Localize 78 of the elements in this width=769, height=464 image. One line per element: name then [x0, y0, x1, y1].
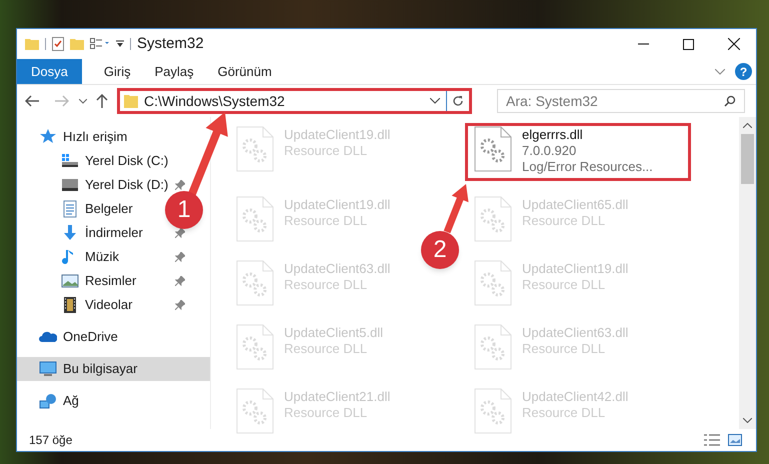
nav-item[interactable]: Ağ — [17, 389, 83, 413]
nav-item[interactable]: İndirmeler — [17, 221, 147, 245]
download-arrow-icon — [61, 224, 79, 242]
file-tile[interactable]: elgerrrs.dll 7.0.0.920 Log/Error Resources... — [465, 123, 691, 181]
address-path: C:\Windows\System32 — [144, 92, 285, 111]
file-name: UpdateClient21.dll — [284, 389, 390, 405]
dll-file-icon — [474, 126, 512, 172]
document-icon — [61, 200, 79, 218]
monitor-icon — [39, 360, 57, 378]
nav-item[interactable]: Müzik — [17, 245, 123, 269]
drive-icon — [61, 176, 79, 194]
drive-icon — [61, 152, 79, 170]
dll-file-icon — [236, 388, 274, 434]
network-icon — [39, 392, 57, 410]
chevron-down-icon[interactable] — [430, 98, 440, 104]
search-icon[interactable] — [724, 95, 736, 107]
ribbon-tab[interactable]: Paylaş — [142, 59, 206, 84]
properties-icon[interactable] — [52, 37, 64, 51]
dll-file-icon — [236, 324, 274, 370]
film-icon — [61, 296, 79, 314]
ribbon-tab[interactable]: Giriş — [92, 59, 143, 84]
file-name: UpdateClient5.dll — [284, 325, 384, 341]
dropdown-icon[interactable] — [116, 40, 124, 48]
star-icon — [39, 128, 57, 146]
up-arrow-icon[interactable] — [96, 94, 108, 108]
nav-item[interactable]: Resimler — [17, 269, 140, 293]
file-name: UpdateClient65.dll — [522, 197, 628, 213]
address-bar[interactable]: C:\Windows\System32 — [117, 88, 472, 114]
scroll-down-icon[interactable] — [743, 418, 752, 423]
item-count: 157 öğe — [29, 432, 72, 449]
nav-item[interactable]: Bu bilgisayar — [17, 357, 210, 381]
search-field[interactable]: Ara: System32 — [497, 89, 745, 113]
pin-icon[interactable] — [175, 180, 185, 190]
nav-item[interactable]: Videolar — [17, 293, 136, 317]
scroll-thumb[interactable] — [741, 134, 754, 184]
window-title: System32 — [137, 34, 204, 54]
file-name: UpdateClient63.dll — [284, 261, 390, 277]
file-name: elgerrrs.dll — [522, 127, 584, 143]
pin-icon[interactable] — [175, 228, 185, 238]
view-options-icon[interactable] — [90, 38, 110, 50]
file-name: UpdateClient19.dll — [284, 127, 390, 143]
dll-file-icon — [474, 196, 512, 242]
file-detail: Log/Error Resources... — [522, 159, 653, 175]
nav-item[interactable]: Yerel Disk (C:) — [17, 149, 172, 173]
ribbon-tab[interactable]: Dosya — [17, 59, 82, 84]
picture-icon — [61, 272, 79, 290]
file-detail: 7.0.0.920 — [522, 143, 578, 159]
close-icon — [728, 38, 740, 50]
nav-item[interactable]: Belgeler — [17, 197, 137, 221]
dll-file-icon — [236, 196, 274, 242]
pin-icon[interactable] — [175, 252, 185, 262]
file-name: UpdateClient63.dll — [522, 325, 628, 341]
back-arrow-icon[interactable] — [25, 95, 39, 107]
refresh-icon[interactable] — [452, 95, 464, 107]
dll-file-icon — [236, 126, 274, 172]
maximize-icon — [683, 38, 694, 50]
file-name: UpdateClient19.dll — [284, 197, 390, 213]
minimize-icon — [638, 43, 649, 45]
ribbon-tab[interactable]: Görünüm — [206, 59, 284, 84]
dll-file-icon — [236, 260, 274, 306]
annotation-arrow — [444, 184, 468, 234]
file-name: UpdateClient19.dll — [522, 261, 628, 277]
nav-item[interactable]: OneDrive — [17, 325, 122, 349]
help-button[interactable]: ? — [735, 63, 752, 80]
details-view-icon[interactable] — [704, 434, 720, 446]
recent-dropdown-icon[interactable] — [79, 98, 87, 104]
nav-item[interactable]: Hızlı erişim — [17, 125, 132, 149]
dll-file-icon — [474, 260, 512, 306]
folder-icon — [124, 94, 138, 108]
scroll-up-icon[interactable] — [743, 123, 752, 128]
dll-file-icon — [474, 388, 512, 434]
file-name: UpdateClient42.dll — [522, 389, 628, 405]
pin-icon[interactable] — [175, 276, 185, 286]
large-icons-view-icon[interactable] — [728, 434, 742, 446]
dll-file-icon — [474, 324, 512, 370]
pin-icon[interactable] — [175, 300, 185, 310]
search-input[interactable]: Ara: System32 — [506, 90, 724, 112]
scrollbar[interactable] — [739, 117, 756, 429]
